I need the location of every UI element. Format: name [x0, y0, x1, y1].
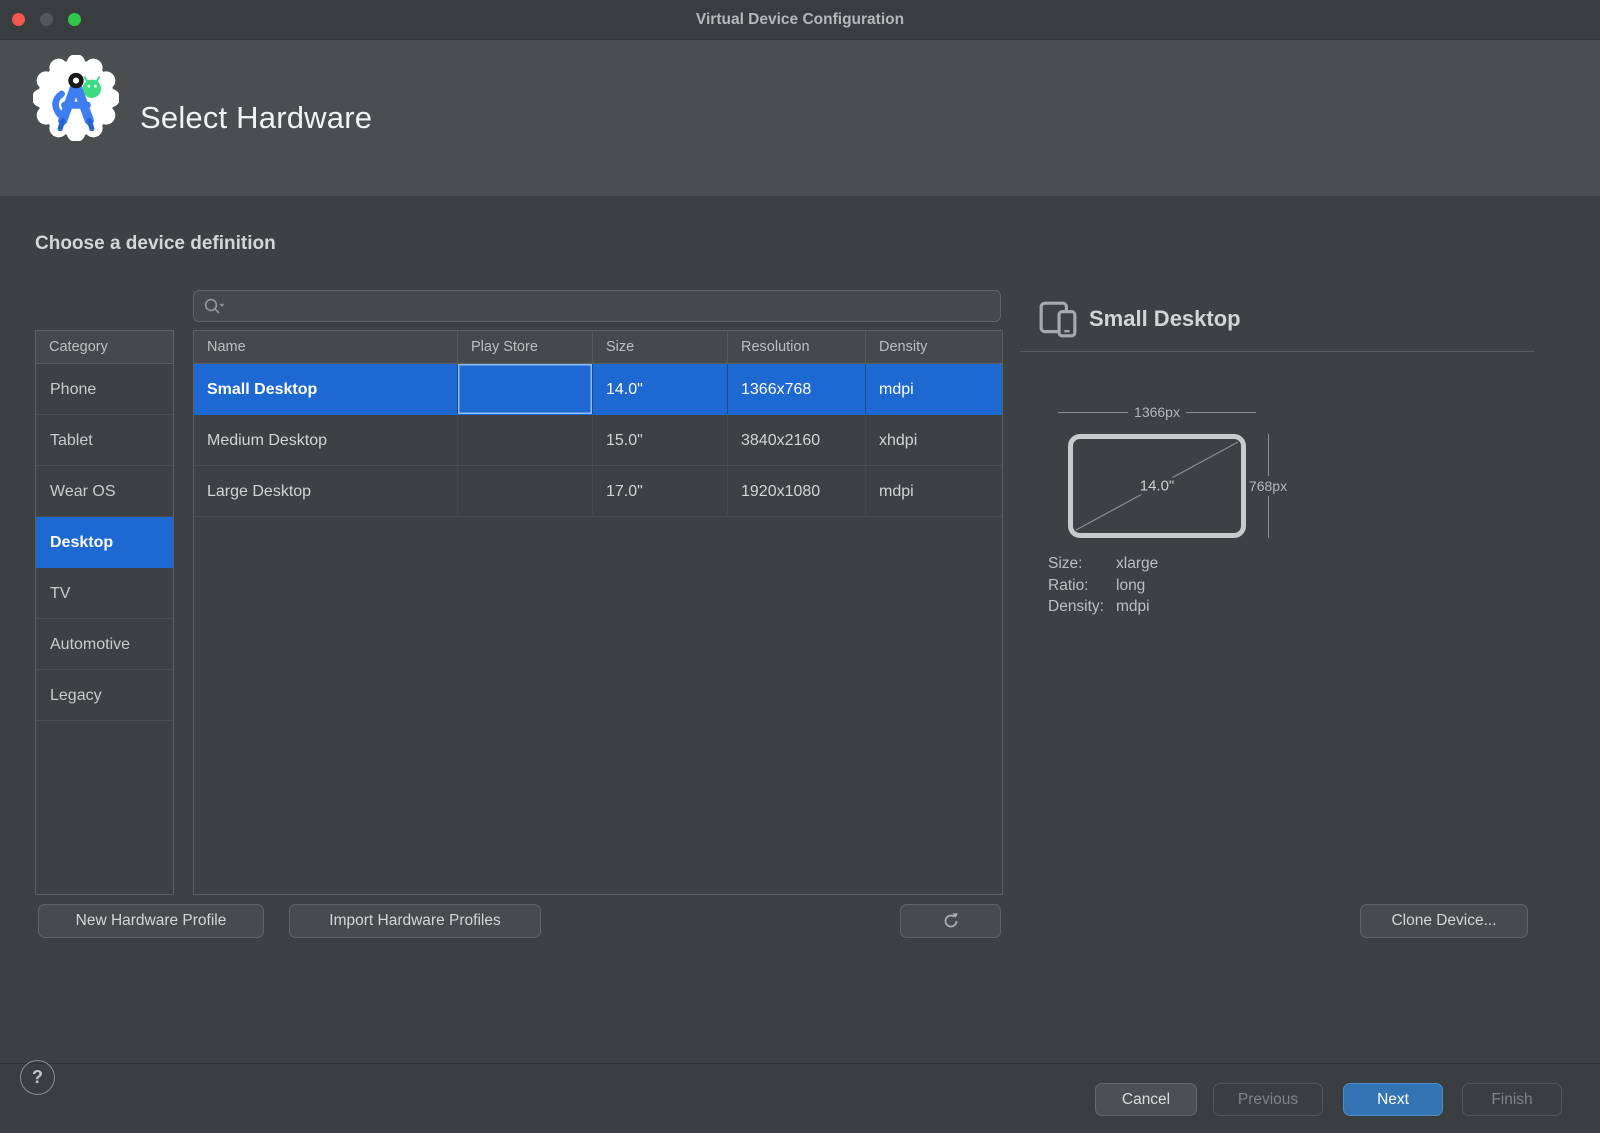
- category-header: Category: [36, 331, 173, 364]
- property-value: long: [1116, 575, 1158, 597]
- width-dimension-label: 1366px: [1134, 404, 1180, 420]
- cell-size: 14.0": [593, 364, 728, 414]
- window-title: Virtual Device Configuration: [0, 0, 1600, 40]
- section-title: Choose a device definition: [35, 233, 276, 255]
- height-dimension: 768px: [1246, 434, 1290, 538]
- cell-play-store: [458, 466, 593, 516]
- cell-density: mdpi: [866, 466, 1002, 516]
- cell-name: Medium Desktop: [194, 415, 458, 465]
- cell-play-store: [458, 415, 593, 465]
- android-studio-logo-icon: [33, 55, 119, 141]
- finish-button: Finish: [1462, 1083, 1562, 1116]
- refresh-button[interactable]: [900, 904, 1001, 938]
- property-label: Density:: [1048, 596, 1116, 618]
- device-properties: Size: xlarge Ratio: long Density: mdpi: [1048, 553, 1158, 618]
- property-value: xlarge: [1116, 553, 1158, 575]
- cell-resolution: 1366x768: [728, 364, 866, 414]
- previous-button: Previous: [1213, 1083, 1323, 1116]
- refresh-icon: [941, 911, 961, 931]
- property-value: mdpi: [1116, 596, 1158, 618]
- virtual-device-configuration-window: Virtual Device Configuration: [0, 0, 1600, 1133]
- category-item-legacy[interactable]: Legacy: [36, 670, 173, 721]
- cell-density: xhdpi: [866, 415, 1002, 465]
- property-label: Size:: [1048, 553, 1116, 575]
- column-header-resolution[interactable]: Resolution: [728, 331, 866, 363]
- column-header-name[interactable]: Name: [194, 331, 458, 363]
- cell-size: 15.0": [593, 415, 728, 465]
- wizard-header: Select Hardware: [0, 40, 1600, 196]
- column-header-play-store[interactable]: Play Store: [458, 331, 593, 363]
- titlebar: Virtual Device Configuration: [0, 0, 1600, 40]
- device-table-header: Name Play Store Size Resolution Density: [194, 331, 1002, 364]
- zoom-window-button[interactable]: [68, 13, 81, 26]
- cancel-button[interactable]: Cancel: [1095, 1083, 1197, 1116]
- close-window-button[interactable]: [12, 13, 25, 26]
- device-row-small-desktop[interactable]: Small Desktop 14.0" 1366x768 mdpi: [194, 364, 1002, 415]
- import-hardware-profiles-button[interactable]: Import Hardware Profiles: [289, 904, 541, 938]
- category-item-tablet[interactable]: Tablet: [36, 415, 173, 466]
- help-button[interactable]: ?: [20, 1060, 55, 1095]
- category-item-tv[interactable]: TV: [36, 568, 173, 619]
- cell-name: Small Desktop: [194, 364, 458, 414]
- category-item-wear-os[interactable]: Wear OS: [36, 466, 173, 517]
- new-hardware-profile-button[interactable]: New Hardware Profile: [38, 904, 264, 938]
- device-row-medium-desktop[interactable]: Medium Desktop 15.0" 3840x2160 xhdpi: [194, 415, 1002, 466]
- detail-panel-title: Small Desktop: [1089, 306, 1241, 332]
- cell-size: 17.0": [593, 466, 728, 516]
- device-search-field[interactable]: [193, 290, 1001, 322]
- detail-divider: [1020, 351, 1535, 352]
- category-item-phone[interactable]: Phone: [36, 364, 173, 415]
- search-input[interactable]: [227, 298, 991, 315]
- property-label: Ratio:: [1048, 575, 1116, 597]
- cell-resolution: 1920x1080: [728, 466, 866, 516]
- traffic-lights: [12, 13, 81, 26]
- devices-icon: [1038, 300, 1078, 338]
- next-button[interactable]: Next: [1343, 1083, 1443, 1116]
- device-screen-diagram: 14.0": [1068, 434, 1246, 538]
- minimize-window-button[interactable]: [40, 13, 53, 26]
- category-item-desktop[interactable]: Desktop: [36, 517, 173, 568]
- column-header-size[interactable]: Size: [593, 331, 728, 363]
- cell-density: mdpi: [866, 364, 1002, 414]
- screen-size-label: 14.0": [1136, 478, 1179, 495]
- column-header-density[interactable]: Density: [866, 331, 1002, 363]
- clone-device-button[interactable]: Clone Device...: [1360, 904, 1528, 938]
- search-icon: [203, 296, 227, 316]
- device-table: Name Play Store Size Resolution Density …: [193, 330, 1003, 895]
- page-title: Select Hardware: [140, 40, 372, 196]
- cell-play-store: [458, 364, 593, 414]
- height-dimension-label: 768px: [1249, 476, 1287, 496]
- width-dimension: 1366px: [1058, 404, 1256, 420]
- device-row-large-desktop[interactable]: Large Desktop 17.0" 1920x1080 mdpi: [194, 466, 1002, 517]
- cell-resolution: 3840x2160: [728, 415, 866, 465]
- category-panel: Category Phone Tablet Wear OS Desktop TV…: [35, 330, 174, 895]
- cell-name: Large Desktop: [194, 466, 458, 516]
- category-item-automotive[interactable]: Automotive: [36, 619, 173, 670]
